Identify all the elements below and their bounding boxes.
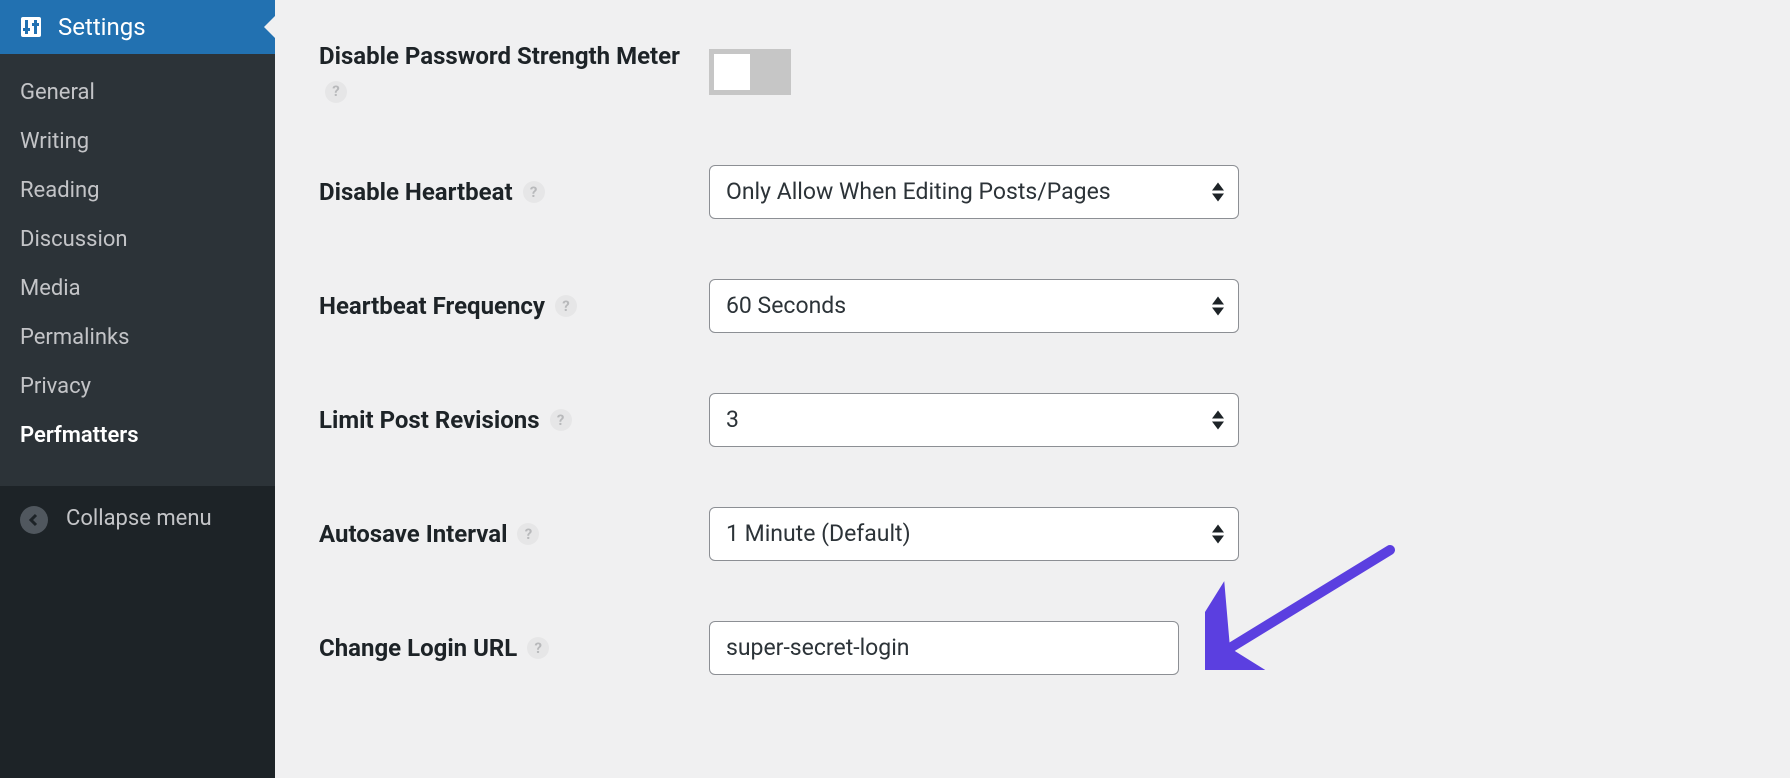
setting-label: Limit Post Revisions ? [319,404,709,436]
limit-post-revisions-select[interactable]: 3 [709,393,1239,447]
setting-control: 1 Minute (Default) [709,507,1239,561]
setting-control: Only Allow When Editing Posts/Pages [709,165,1239,219]
sidebar-item-general[interactable]: General [0,68,275,117]
collapse-menu-label: Collapse menu [66,506,212,531]
setting-row-heartbeat-frequency: Heartbeat Frequency ? 60 Seconds [319,279,1746,333]
select-value: 3 [726,406,739,433]
disable-password-strength-meter-toggle[interactable] [709,49,791,95]
heartbeat-frequency-select[interactable]: 60 Seconds [709,279,1239,333]
setting-row-change-login-url: Change Login URL ? [319,621,1746,675]
sidebar-item-discussion[interactable]: Discussion [0,215,275,264]
setting-control: 3 [709,393,1239,447]
sidebar-item-label: Perfmatters [20,423,139,448]
setting-label: Heartbeat Frequency ? [319,290,709,322]
setting-label: Disable Heartbeat ? [319,176,709,208]
sidebar-submenu: General Writing Reading Discussion Media… [0,54,275,486]
help-icon[interactable]: ? [325,81,347,103]
setting-label-text: Disable Heartbeat [319,176,513,208]
select-value: Only Allow When Editing Posts/Pages [726,178,1111,205]
sidebar-item-label: Privacy [20,374,91,399]
sidebar-header-label: Settings [58,13,146,41]
setting-row-autosave-interval: Autosave Interval ? 1 Minute (Default) [319,507,1746,561]
help-icon[interactable]: ? [527,637,549,659]
disable-heartbeat-select[interactable]: Only Allow When Editing Posts/Pages [709,165,1239,219]
setting-row-limit-post-revisions: Limit Post Revisions ? 3 [319,393,1746,447]
sidebar-item-label: Media [20,276,81,301]
toggle-knob [714,54,750,90]
sidebar-header-settings[interactable]: Settings [0,0,275,54]
admin-sidebar: Settings General Writing Reading Discuss… [0,0,275,778]
select-value: 1 Minute (Default) [726,520,911,547]
sidebar-item-label: Writing [20,129,89,154]
setting-label-text: Limit Post Revisions [319,404,540,436]
collapse-arrow-icon [20,506,48,534]
sidebar-item-permalinks[interactable]: Permalinks [0,313,275,362]
autosave-interval-select[interactable]: 1 Minute (Default) [709,507,1239,561]
updown-caret-icon [1212,296,1224,315]
change-login-url-input[interactable] [709,621,1179,675]
setting-row-disable-heartbeat: Disable Heartbeat ? Only Allow When Edit… [319,165,1746,219]
sidebar-item-media[interactable]: Media [0,264,275,313]
help-icon[interactable]: ? [523,181,545,203]
sidebar-item-reading[interactable]: Reading [0,166,275,215]
setting-label-text: Disable Password Strength Meter [319,42,680,70]
setting-control [709,621,1179,675]
collapse-menu-button[interactable]: Collapse menu [0,486,275,778]
sidebar-item-perfmatters[interactable]: Perfmatters [0,411,275,472]
updown-caret-icon [1212,524,1224,543]
help-icon[interactable]: ? [550,409,572,431]
setting-label: Autosave Interval ? [319,518,709,550]
updown-caret-icon [1212,182,1224,201]
sidebar-item-label: Discussion [20,227,128,252]
sidebar-item-label: General [20,80,95,105]
updown-caret-icon [1212,410,1224,429]
settings-content: Disable Password Strength Meter ? Disabl… [275,0,1790,778]
setting-label-text: Autosave Interval [319,518,507,550]
setting-control [709,49,791,95]
help-icon[interactable]: ? [555,295,577,317]
sidebar-item-writing[interactable]: Writing [0,117,275,166]
sliders-icon [18,14,44,40]
setting-label: Change Login URL ? [319,632,709,664]
setting-label-text: Heartbeat Frequency [319,290,545,322]
sidebar-item-label: Reading [20,178,99,203]
setting-control: 60 Seconds [709,279,1239,333]
setting-label-text: Change Login URL [319,632,517,664]
help-icon[interactable]: ? [517,523,539,545]
setting-row-disable-password-strength-meter: Disable Password Strength Meter ? [319,40,1746,105]
sidebar-item-label: Permalinks [20,325,129,350]
setting-label: Disable Password Strength Meter ? [319,40,709,105]
sidebar-item-privacy[interactable]: Privacy [0,362,275,411]
select-value: 60 Seconds [726,292,846,319]
